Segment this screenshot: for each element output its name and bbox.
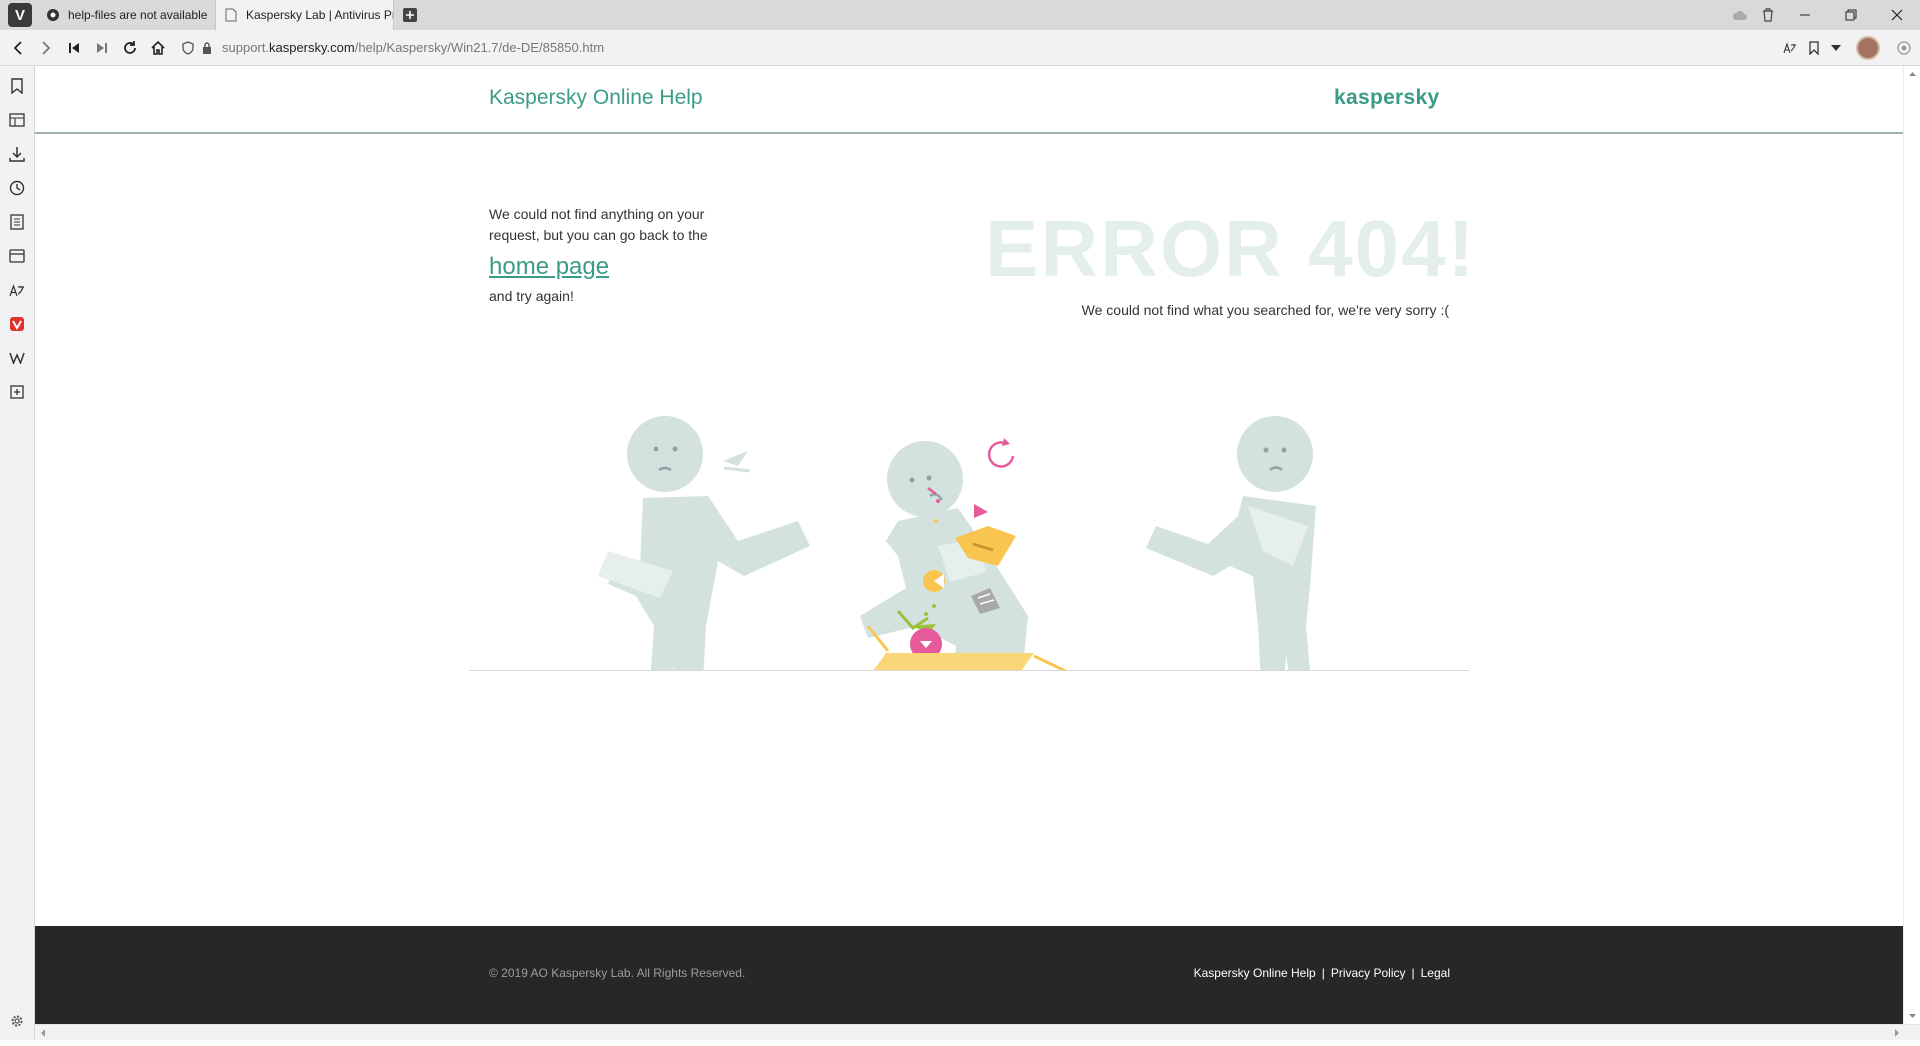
- kaspersky-logo[interactable]: kaspersky: [1334, 86, 1439, 110]
- message-line-2: and try again!: [489, 288, 574, 304]
- url-field[interactable]: support.kaspersky.com/help/Kaspersky/Win…: [178, 35, 1780, 61]
- tab-bar: V help-files are not available Kaspersky…: [0, 0, 1920, 30]
- minimize-button[interactable]: [1782, 0, 1828, 30]
- reading-list-icon[interactable]: [8, 111, 26, 129]
- url-text: support.kaspersky.com/help/Kaspersky/Win…: [222, 40, 605, 55]
- site-header: Kaspersky Online Help kaspersky: [35, 66, 1903, 134]
- extension-icon[interactable]: [1894, 40, 1914, 55]
- tab-title: help-files are not available: [68, 8, 208, 22]
- sync-cloud-icon[interactable]: [1726, 0, 1754, 30]
- reload-button[interactable]: [116, 34, 144, 62]
- footer-link-privacy-policy[interactable]: Privacy Policy: [1331, 966, 1406, 980]
- vertical-scrollbar[interactable]: [1903, 66, 1920, 1024]
- translate-panel-icon[interactable]: [8, 281, 26, 299]
- chevron-down-icon[interactable]: [1828, 44, 1844, 51]
- lock-icon[interactable]: [202, 41, 212, 54]
- error-subtitle: We could not find what you searched for,…: [1081, 302, 1449, 318]
- vivaldi-menu-icon[interactable]: V: [8, 3, 32, 27]
- address-bar: support.kaspersky.com/help/Kaspersky/Win…: [0, 30, 1920, 66]
- message-line-1: We could not find anything on your reque…: [489, 206, 708, 243]
- wikipedia-panel-icon[interactable]: [8, 349, 26, 367]
- downloads-icon[interactable]: [8, 145, 26, 163]
- tab-kaspersky[interactable]: Kaspersky Lab | Antivirus Pr: [216, 0, 394, 30]
- site-title[interactable]: Kaspersky Online Help: [489, 86, 703, 110]
- tab-favicon-icon: [46, 8, 60, 22]
- footer-separator: |: [1321, 966, 1325, 980]
- shield-icon[interactable]: [182, 40, 194, 55]
- home-page-link[interactable]: home page: [489, 252, 739, 282]
- page-icon: [224, 8, 238, 22]
- side-panel: [0, 66, 35, 1040]
- error-title: ERROR 404!: [985, 204, 1477, 293]
- not-found-message: We could not find anything on your reque…: [489, 204, 739, 307]
- avatar[interactable]: [1856, 35, 1880, 60]
- bookmark-icon[interactable]: [1804, 40, 1824, 55]
- copyright: © 2019 AO Kaspersky Lab. All Rights Rese…: [489, 966, 746, 980]
- translate-icon[interactable]: [1780, 41, 1800, 54]
- restore-button[interactable]: [1828, 0, 1874, 30]
- close-window-button[interactable]: [1874, 0, 1920, 30]
- footer-link-online-help[interactable]: Kaspersky Online Help: [1194, 966, 1316, 980]
- bookmarks-panel-icon[interactable]: [8, 77, 26, 95]
- settings-gear-icon[interactable]: [8, 1012, 26, 1030]
- history-icon[interactable]: [8, 179, 26, 197]
- baseline-divider: [469, 670, 1469, 671]
- new-tab-button[interactable]: [400, 5, 420, 25]
- tab-help-files[interactable]: help-files are not available: [38, 0, 216, 30]
- footer-separator: |: [1411, 966, 1415, 980]
- window-controls: [1726, 0, 1920, 30]
- trash-icon[interactable]: [1754, 0, 1782, 30]
- footer-link-legal[interactable]: Legal: [1421, 966, 1450, 980]
- window-panel-icon[interactable]: [8, 247, 26, 265]
- fast-forward-button[interactable]: [88, 34, 116, 62]
- home-button[interactable]: [144, 34, 172, 62]
- vivaldi-panel-icon[interactable]: [8, 315, 26, 333]
- notes-icon[interactable]: [8, 213, 26, 231]
- page-content: Kaspersky Online Help kaspersky We could…: [35, 66, 1903, 1024]
- tab-title: Kaspersky Lab | Antivirus Pr: [246, 8, 394, 22]
- horizontal-scrollbar[interactable]: [35, 1024, 1920, 1040]
- rewind-button[interactable]: [60, 34, 88, 62]
- site-footer: © 2019 AO Kaspersky Lab. All Rights Rese…: [35, 926, 1903, 1024]
- forward-button[interactable]: [32, 34, 60, 62]
- add-panel-icon[interactable]: [8, 383, 26, 401]
- back-button[interactable]: [4, 34, 32, 62]
- footer-links: Kaspersky Online Help | Privacy Policy |…: [1194, 966, 1450, 980]
- sad-people-illustration: [598, 416, 1316, 671]
